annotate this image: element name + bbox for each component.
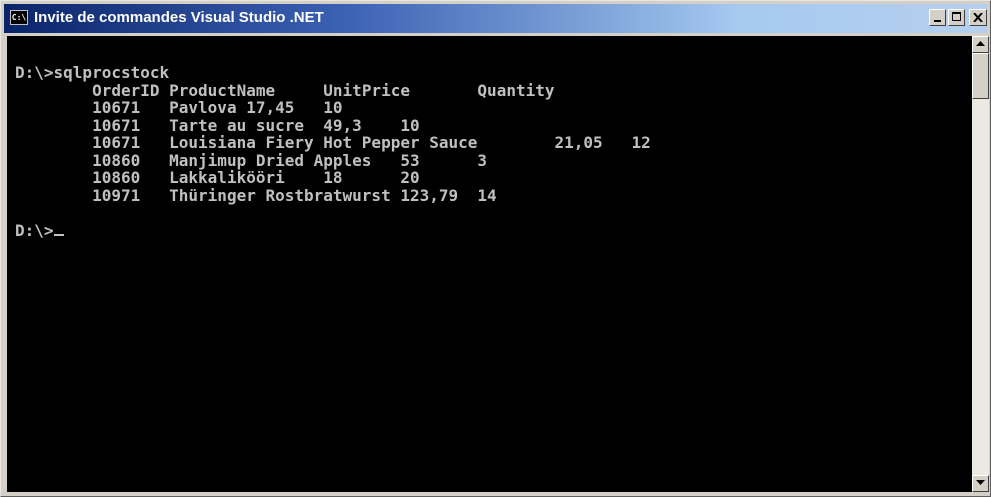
scroll-down-button[interactable] bbox=[972, 475, 989, 492]
cell-product-name: Manjimup Dried Apples bbox=[169, 150, 372, 170]
scroll-thumb[interactable] bbox=[972, 53, 989, 99]
cell-quantity: 12 bbox=[631, 133, 651, 152]
cell-unit-price: 53 bbox=[400, 150, 420, 170]
cell-unit-price: 123,79 bbox=[400, 185, 459, 205]
cell-order-id: 10971 bbox=[92, 185, 141, 205]
cell-product-name: Thüringer Rostbratwurst bbox=[169, 185, 391, 205]
cell-quantity: 3 bbox=[477, 150, 488, 170]
header-product-name: ProductName bbox=[169, 80, 276, 100]
cell-order-id: 10671 bbox=[92, 115, 141, 135]
vertical-scrollbar[interactable] bbox=[972, 36, 989, 492]
command-line: D:\>sqlprocstock bbox=[15, 63, 170, 82]
result-rows: 10671 Pavlova 17,45 10 10671 Tarte au su… bbox=[15, 98, 651, 205]
console-window: C:\ Invite de commandes Visual Studio .N… bbox=[0, 0, 991, 497]
maximize-button[interactable] bbox=[948, 9, 965, 26]
maximize-icon bbox=[952, 12, 961, 21]
result-row: 10860 Lakkalikööri 18 20 bbox=[15, 168, 420, 187]
cell-unit-price: 49,3 bbox=[323, 115, 362, 135]
result-row: 10671 Pavlova 17,45 10 bbox=[15, 98, 343, 117]
close-icon bbox=[973, 13, 983, 22]
cell-product-name: Tarte au sucre bbox=[169, 115, 304, 135]
result-header: OrderID ProductName UnitPrice Quantity bbox=[92, 81, 554, 100]
cell-product-name: Pavlova bbox=[169, 98, 237, 117]
header-quantity: Quantity bbox=[477, 80, 555, 100]
result-row: 10971 Thüringer Rostbratwurst 123,79 14 bbox=[15, 186, 497, 205]
header-order-id: OrderID bbox=[92, 80, 160, 100]
cell-order-id: 10671 bbox=[92, 133, 141, 152]
cell-product-name: Lakkalikööri bbox=[169, 168, 285, 187]
close-button[interactable] bbox=[969, 9, 987, 26]
cell-unit-price: 21,05 bbox=[554, 133, 603, 152]
cell-quantity: 14 bbox=[477, 185, 497, 205]
cell-quantity: 10 bbox=[400, 115, 420, 135]
title-bar[interactable]: C:\ Invite de commandes Visual Studio .N… bbox=[4, 4, 987, 33]
cell-order-id: 10860 bbox=[92, 168, 141, 187]
text-cursor bbox=[53, 233, 64, 236]
header-unit-price: UnitPrice bbox=[323, 80, 410, 100]
arrow-up-icon bbox=[976, 41, 985, 46]
cell-quantity: 20 bbox=[400, 168, 420, 187]
cell-quantity: 10 bbox=[323, 98, 343, 117]
window-title: Invite de commandes Visual Studio .NET bbox=[34, 9, 324, 26]
cell-order-id: 10860 bbox=[92, 150, 141, 170]
scroll-up-button[interactable] bbox=[972, 36, 989, 53]
result-row: 10671 Louisiana Fiery Hot Pepper Sauce 2… bbox=[15, 133, 651, 152]
cell-order-id: 10671 bbox=[92, 98, 141, 117]
cell-product-name: Louisiana Fiery Hot Pepper Sauce bbox=[169, 133, 478, 152]
result-row: 10860 Manjimup Dried Apples 53 3 bbox=[15, 151, 487, 170]
minimize-icon bbox=[934, 20, 941, 22]
console-output-area[interactable]: D:\>sqlprocstock OrderID ProductName Uni… bbox=[7, 36, 972, 492]
cell-unit-price: 17,45 bbox=[246, 98, 295, 117]
console-text: D:\>sqlprocstock OrderID ProductName Uni… bbox=[15, 64, 651, 239]
console-icon[interactable]: C:\ bbox=[10, 10, 28, 25]
minimize-button[interactable] bbox=[929, 9, 946, 26]
final-prompt: D:\> bbox=[15, 220, 54, 240]
arrow-down-icon bbox=[976, 480, 985, 485]
cell-unit-price: 18 bbox=[323, 168, 343, 187]
result-row: 10671 Tarte au sucre 49,3 10 bbox=[15, 116, 420, 135]
